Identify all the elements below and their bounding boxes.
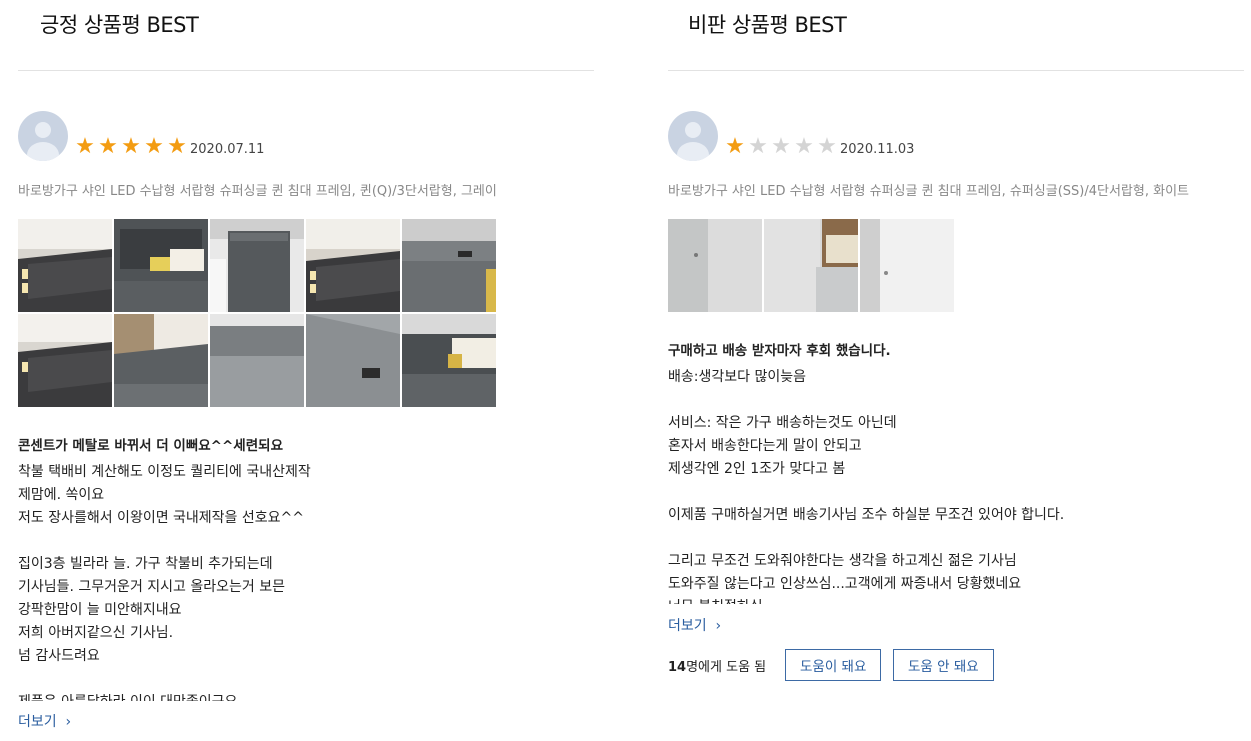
review-photo[interactable] bbox=[18, 314, 112, 407]
review-body: 착불 택배비 계산해도 이정도 퀄리티에 국내산제작 제맘에. 쏙이요 저도 장… bbox=[18, 464, 311, 701]
negative-review-heading: 비판 상품평 BEST bbox=[688, 13, 847, 37]
avatar-head bbox=[35, 122, 51, 138]
review-photo[interactable] bbox=[114, 219, 208, 312]
review-date: 2020.07.11 bbox=[190, 142, 265, 157]
chevron-right-icon: › bbox=[61, 714, 72, 730]
helpful-count-number: 14 bbox=[668, 660, 687, 675]
review-date: 2020.11.03 bbox=[840, 142, 915, 157]
positive-review-column: 긍정 상품평 BEST ★ ★ ★ ★ ★ 2020.07.11 바로방가구 샤… bbox=[18, 0, 594, 741]
star-icon: ★ bbox=[748, 134, 768, 159]
product-option: 바로방가구 샤인 LED 수납형 서랍형 슈퍼싱글 퀸 침대 프레임, 퀸(Q)… bbox=[18, 184, 497, 199]
avatar-head bbox=[685, 122, 701, 138]
read-more-link[interactable]: 더보기 › bbox=[668, 615, 721, 635]
review-title: 구매하고 배송 받자마자 후회 했습니다. bbox=[668, 343, 891, 359]
avatar bbox=[668, 111, 718, 161]
helpful-yes-button[interactable]: 도움이 돼요 bbox=[785, 649, 882, 681]
read-more-label: 더보기 bbox=[18, 714, 57, 730]
review-photo[interactable] bbox=[210, 219, 304, 312]
review-photo[interactable] bbox=[668, 219, 762, 312]
star-icon: ★ bbox=[98, 134, 118, 159]
review-photo[interactable] bbox=[402, 219, 496, 312]
star-icon: ★ bbox=[794, 134, 814, 159]
avatar-body bbox=[27, 142, 59, 161]
review-photos bbox=[18, 219, 496, 407]
positive-review-heading: 긍정 상품평 BEST bbox=[40, 13, 199, 37]
review-photo[interactable] bbox=[18, 219, 112, 312]
review-photo[interactable] bbox=[210, 314, 304, 407]
divider bbox=[18, 70, 594, 71]
review-photo[interactable] bbox=[306, 314, 400, 407]
product-option: 바로방가구 샤인 LED 수납형 서랍형 슈퍼싱글 퀸 침대 프레임, 슈퍼싱글… bbox=[668, 184, 1189, 199]
divider bbox=[668, 70, 1244, 71]
rating-stars: ★ ★ ★ ★ ★ bbox=[724, 135, 838, 159]
helpful-count: 14명에게 도움 됨 bbox=[668, 656, 766, 675]
helpful-count-label: 명에게 도움 됨 bbox=[686, 660, 767, 675]
review-title: 콘센트가 메탈로 바뀌서 더 이뻐요^^세련되요 bbox=[18, 438, 283, 454]
read-more-label: 더보기 bbox=[668, 618, 707, 634]
review-photo[interactable] bbox=[114, 314, 208, 407]
star-icon: ★ bbox=[121, 134, 141, 159]
star-icon: ★ bbox=[771, 134, 791, 159]
chevron-right-icon: › bbox=[711, 618, 722, 634]
review-photo[interactable] bbox=[860, 219, 954, 312]
negative-review-column: 비판 상품평 BEST ★ ★ ★ ★ ★ 2020.11.03 바로방가구 샤… bbox=[668, 0, 1244, 741]
read-more-link[interactable]: 더보기 › bbox=[18, 711, 71, 731]
review-photo[interactable] bbox=[306, 219, 400, 312]
star-icon: ★ bbox=[817, 134, 837, 159]
star-icon: ★ bbox=[167, 134, 187, 159]
review-photo[interactable] bbox=[764, 219, 858, 312]
helpful-no-button[interactable]: 도움 안 돼요 bbox=[893, 649, 994, 681]
review-photos bbox=[668, 219, 1146, 312]
rating-stars: ★ ★ ★ ★ ★ bbox=[74, 135, 188, 159]
star-icon: ★ bbox=[144, 134, 164, 159]
star-icon: ★ bbox=[725, 134, 745, 159]
review-body: 배송:생각보다 많이늦음 서비스: 작은 가구 배송하는것도 아닌데 혼자서 배… bbox=[668, 369, 1065, 604]
avatar-body bbox=[677, 142, 709, 161]
review-photo[interactable] bbox=[402, 314, 496, 407]
star-icon: ★ bbox=[75, 134, 95, 159]
avatar bbox=[18, 111, 68, 161]
